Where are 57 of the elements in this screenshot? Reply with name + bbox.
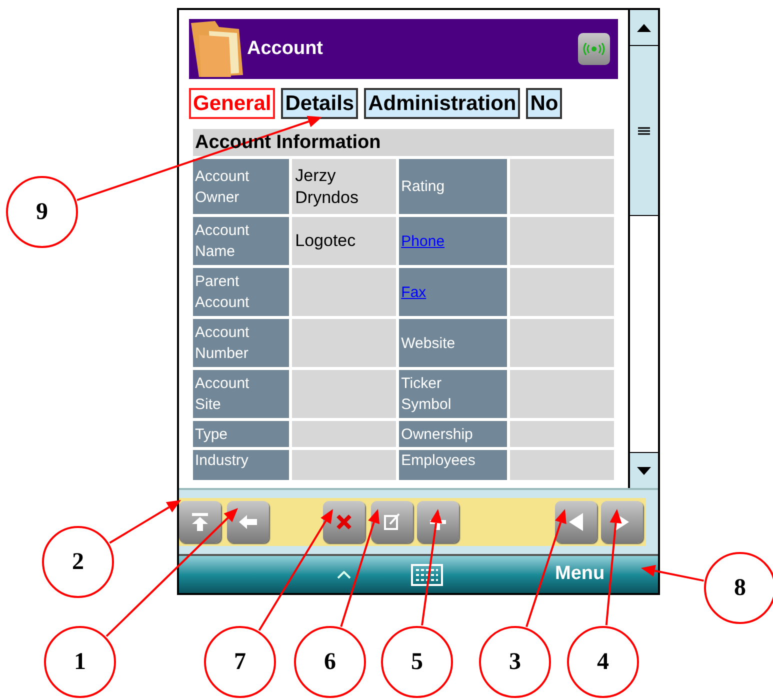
menu-button[interactable]: Menu xyxy=(555,560,605,589)
label-cell: Account Number xyxy=(193,319,290,367)
value-cell: Jerzy Dryndos xyxy=(292,159,396,214)
value-cell: Logotec xyxy=(292,217,396,265)
plus-icon xyxy=(429,513,447,531)
caret-up-icon[interactable] xyxy=(337,570,351,578)
down-triangle-icon xyxy=(637,466,651,474)
back-button[interactable] xyxy=(227,501,269,543)
label-cell: Parent Account xyxy=(193,268,290,316)
callout-number: 9 xyxy=(6,176,78,248)
label-cell: Website xyxy=(399,319,508,367)
previous-button[interactable] xyxy=(555,501,597,543)
top-button[interactable] xyxy=(179,501,221,543)
label-cell: Account Site xyxy=(193,370,290,418)
callout-number: 2 xyxy=(42,526,114,598)
tab[interactable]: Administration xyxy=(364,88,520,119)
edit-button[interactable] xyxy=(371,501,413,543)
callout-number: 3 xyxy=(479,626,551,698)
field-link[interactable]: Phone xyxy=(401,230,445,252)
wireless-button[interactable] xyxy=(578,33,610,65)
scroll-thumb[interactable] xyxy=(630,46,658,216)
delete-button[interactable] xyxy=(323,501,365,543)
left-triangle-icon xyxy=(569,513,583,531)
label-cell: Rating xyxy=(399,159,508,214)
callout-number: 6 xyxy=(294,626,366,698)
label-cell: Industry xyxy=(193,450,290,480)
window-title: Account xyxy=(247,36,323,61)
left-arrow-icon xyxy=(238,514,258,530)
label-cell: Type xyxy=(193,421,290,447)
tab[interactable]: Details xyxy=(281,88,358,119)
scrollbar[interactable] xyxy=(628,10,658,488)
add-button[interactable] xyxy=(417,501,459,543)
label-cell: Account Name xyxy=(193,217,290,265)
keyboard-icon[interactable] xyxy=(411,564,443,586)
edit-icon xyxy=(383,513,401,531)
arrow-to-top-icon xyxy=(191,512,209,532)
field-link[interactable]: Fax xyxy=(401,282,426,302)
folder-icon xyxy=(189,19,245,79)
grip-icon xyxy=(638,126,650,134)
label-cell: Account Owner xyxy=(193,159,290,214)
up-triangle-icon xyxy=(637,24,651,32)
label-cell: Employees xyxy=(399,450,508,480)
next-button[interactable] xyxy=(601,501,643,543)
scroll-down-button[interactable] xyxy=(630,452,658,488)
callout-number: 4 xyxy=(567,626,639,698)
label-cell: Ownership xyxy=(399,421,508,447)
scroll-up-button[interactable] xyxy=(630,10,658,46)
callout-number: 5 xyxy=(381,626,453,698)
tab[interactable]: No xyxy=(526,88,562,119)
close-icon xyxy=(336,514,352,530)
leader-line xyxy=(641,564,704,582)
tab[interactable]: General xyxy=(189,88,276,119)
signal-icon xyxy=(583,43,605,55)
callout-number: 7 xyxy=(204,626,276,698)
callout-number: 1 xyxy=(44,626,116,698)
callout-number: 8 xyxy=(704,552,773,624)
label-cell: Ticker Symbol xyxy=(399,370,508,418)
